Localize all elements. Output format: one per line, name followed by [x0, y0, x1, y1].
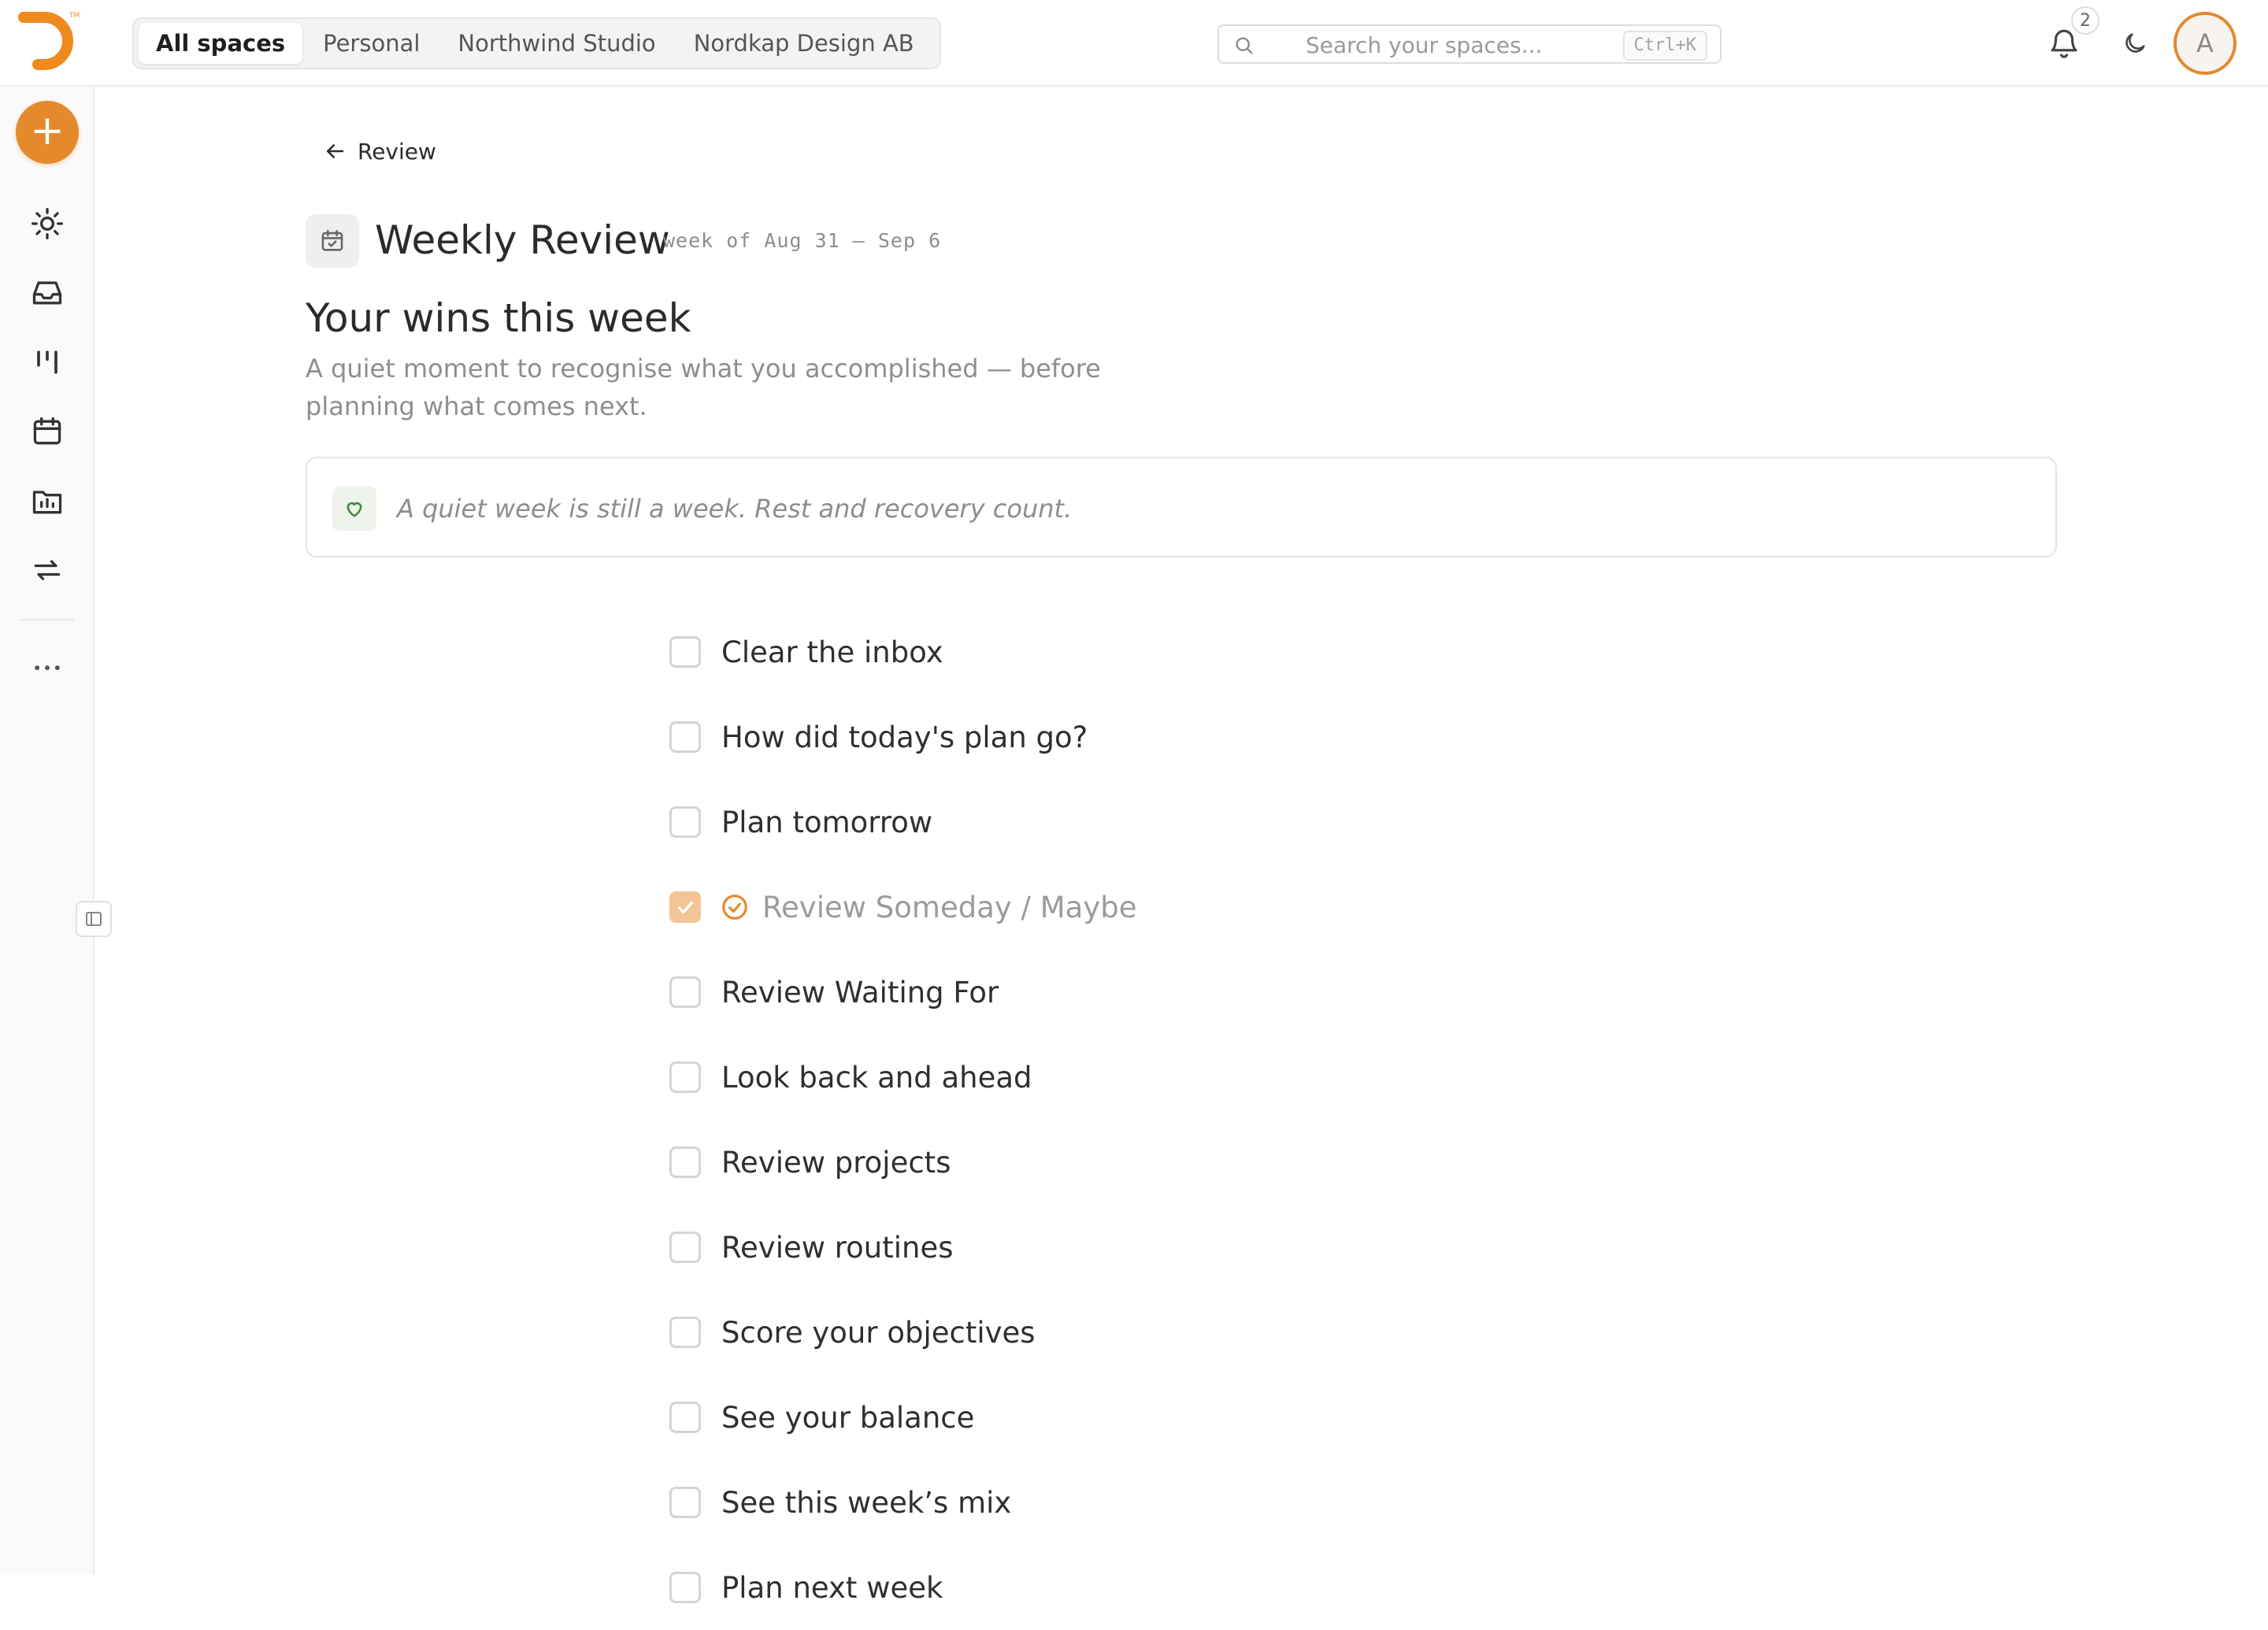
sidebar-item-routines[interactable] — [30, 553, 65, 587]
trademark-mark: TM — [69, 12, 80, 20]
heart-icon — [332, 487, 376, 531]
checkbox-checked[interactable] — [669, 891, 701, 923]
checklist-item-label: Review routines — [721, 1230, 954, 1265]
checklist-item-label: Review projects — [721, 1145, 951, 1180]
sun-icon — [30, 206, 65, 241]
sidebar-panel-icon — [77, 909, 110, 928]
list-item[interactable]: See this week’s mix — [669, 1460, 1772, 1545]
space-switcher: All spaces Personal Northwind Studio Nor… — [132, 17, 941, 69]
top-bar: TM All spaces Personal Northwind Studio … — [0, 0, 2268, 87]
sidebar-item-inbox[interactable] — [30, 276, 65, 310]
space-tab-nordkap-design[interactable]: Nordkap Design AB — [676, 23, 932, 64]
wins-subtitle: A quiet moment to recognise what you acc… — [306, 354, 1101, 421]
checkbox[interactable] — [669, 1061, 701, 1093]
back-to-review-link[interactable]: Review — [323, 135, 436, 167]
space-tab-northwind-studio[interactable]: Northwind Studio — [440, 23, 673, 64]
checkbox[interactable] — [669, 1232, 701, 1263]
sidebar-item-board[interactable] — [30, 345, 65, 380]
checklist-item-label: Score your objectives — [721, 1315, 1036, 1350]
quiet-week-card: A quiet week is still a week. Rest and r… — [306, 457, 2057, 558]
left-sidebar: + — [0, 87, 112, 1575]
checklist-item-label: See your balance — [721, 1400, 975, 1435]
space-tab-personal[interactable]: Personal — [306, 23, 437, 64]
sidebar-collapse-button[interactable] — [76, 901, 112, 937]
list-item[interactable]: How did today's plan go? — [669, 695, 1772, 780]
moon-icon — [2122, 30, 2148, 57]
list-item[interactable]: Review projects — [669, 1120, 1772, 1205]
checkbox[interactable] — [669, 806, 701, 838]
checklist-item-label: Review Someday / Maybe — [762, 890, 1137, 924]
list-item[interactable]: Clear the inbox — [669, 609, 1772, 695]
columns-icon — [30, 345, 65, 380]
wins-heading: Your wins this week — [306, 295, 691, 341]
more-icon — [30, 650, 65, 685]
week-range-label: week of Aug 31 – Sep 6 — [663, 229, 942, 252]
add-button[interactable]: + — [16, 101, 79, 164]
checkbox[interactable] — [669, 636, 701, 668]
page-title: Weekly Review — [375, 217, 670, 263]
calendar-icon — [30, 414, 65, 449]
back-link-label: Review — [358, 138, 436, 165]
calendar-check-icon — [306, 214, 359, 268]
quiet-week-message: A quiet week is still a week. Rest and r… — [397, 494, 1073, 524]
checklist-item-label: Plan tomorrow — [721, 805, 933, 839]
list-item[interactable]: Look back and ahead — [669, 1035, 1772, 1120]
list-item[interactable]: Review Someday / Maybe — [669, 865, 1772, 950]
sidebar-item-more[interactable] — [30, 650, 65, 685]
checkbox[interactable] — [669, 1147, 701, 1178]
notification-count-badge: 2 — [2071, 6, 2099, 35]
search-input[interactable] — [1263, 29, 1662, 61]
checkbox[interactable] — [669, 1402, 701, 1433]
list-item[interactable]: Review routines — [669, 1205, 1772, 1290]
inbox-icon — [30, 276, 65, 310]
list-item[interactable]: Review Waiting For — [669, 950, 1772, 1035]
search-icon — [1233, 35, 1255, 57]
theme-toggle-button[interactable] — [2122, 30, 2148, 57]
search-box: Ctrl+K — [1217, 24, 1721, 64]
checkbox[interactable] — [669, 976, 701, 1008]
checkbox[interactable] — [669, 1317, 701, 1348]
avatar[interactable]: A — [2174, 12, 2236, 75]
check-circle-icon — [720, 892, 750, 922]
sidebar-divider — [19, 619, 74, 621]
search-shortcut-hint: Ctrl+K — [1622, 31, 1707, 61]
checkbox[interactable] — [669, 1572, 701, 1603]
list-item[interactable]: Plan next week — [669, 1545, 1772, 1630]
checklist-item-label: Review Waiting For — [721, 975, 999, 1009]
checklist-item-label: Clear the inbox — [721, 635, 943, 669]
sidebar-item-calendar[interactable] — [30, 414, 65, 449]
sidebar-item-today[interactable] — [30, 206, 65, 241]
arrow-left-icon — [323, 139, 358, 163]
checklist-item-label: Plan next week — [721, 1570, 943, 1605]
checkbox[interactable] — [669, 721, 701, 753]
repeat-icon — [30, 553, 65, 587]
brand-logo-icon[interactable]: TM — [16, 8, 83, 79]
space-tab-all[interactable]: All spaces — [139, 23, 303, 64]
checklist-item-label: Look back and ahead — [721, 1060, 1032, 1095]
list-item[interactable]: See your balance — [669, 1375, 1772, 1460]
checkbox[interactable] — [669, 1487, 701, 1518]
checklist-item-label: How did today's plan go? — [721, 720, 1088, 754]
checklist-item-label: See this week’s mix — [721, 1485, 1012, 1520]
review-checklist: Clear the inbox How did today's plan go?… — [669, 609, 1772, 1630]
list-item[interactable]: Score your objectives — [669, 1290, 1772, 1375]
list-item[interactable]: Plan tomorrow — [669, 780, 1772, 865]
folder-chart-icon — [30, 483, 65, 518]
sidebar-item-projects[interactable] — [30, 483, 65, 518]
